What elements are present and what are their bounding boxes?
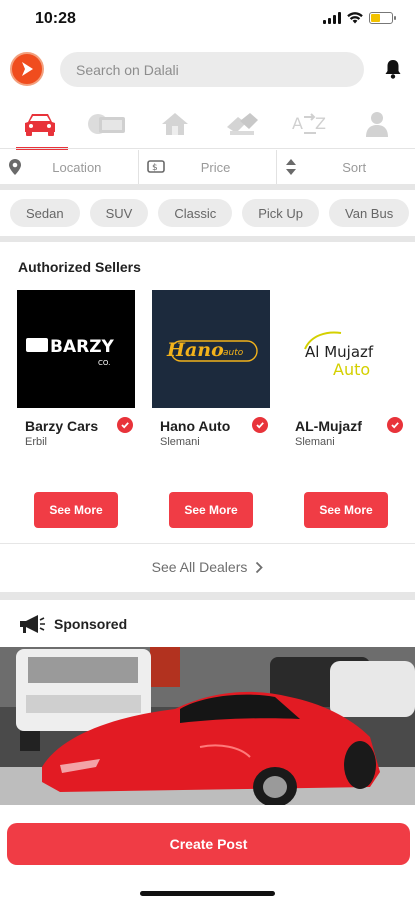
category-tabs: A Z — [0, 104, 415, 150]
megaphone-icon — [20, 615, 45, 633]
sponsored-header: Sponsored — [18, 614, 127, 634]
chip-suv[interactable]: SUV — [89, 199, 149, 227]
seller-city: Slemani — [295, 436, 335, 448]
seller-name: AL-Mujazf — [295, 418, 362, 434]
bell-icon[interactable] — [383, 58, 403, 80]
seller-name: Barzy Cars — [25, 418, 99, 434]
svg-text:Z: Z — [315, 114, 326, 133]
seller-card-mujazf[interactable]: Al Mujazf Auto AL-Mujazf Slemani — [287, 290, 405, 448]
seller-city: Erbil — [25, 436, 48, 448]
battery-icon — [369, 12, 396, 24]
parts-icon — [227, 113, 259, 135]
verified-check-icon — [387, 417, 403, 433]
wifi-icon — [347, 12, 363, 24]
see-more-button-barzy[interactable]: See More — [34, 492, 118, 528]
tab-profile[interactable] — [353, 104, 401, 144]
create-post-button[interactable]: Create Post — [7, 823, 410, 865]
section-separator — [0, 236, 415, 242]
home-indicator — [140, 891, 275, 896]
svg-text:Hano: Hano — [166, 339, 224, 361]
chip-classic[interactable]: Classic — [158, 199, 233, 227]
seller-logo-mujazf: Al Mujazf Auto — [287, 290, 405, 408]
chip-sedan[interactable]: Sedan — [10, 199, 80, 227]
sponsored-title: Sponsored — [54, 616, 128, 632]
body-type-chips: Sedan SUV Classic Pick Up Van Bus — [10, 199, 415, 229]
verified-check-icon — [252, 417, 268, 433]
see-more-button-mujazf[interactable]: See More — [304, 492, 388, 528]
see-all-dealers-label: See All Dealers — [151, 559, 248, 575]
mujazf-logo: Al Mujazf Auto — [304, 331, 374, 379]
barzy-logo: BARZY CO. — [26, 337, 115, 367]
tab-a-to-z[interactable]: A Z — [286, 104, 334, 144]
svg-text:A: A — [292, 114, 303, 133]
see-all-dealers-link[interactable]: See All Dealers — [0, 559, 415, 575]
dalali-logo-icon[interactable] — [10, 52, 44, 86]
sponsored-ad-image[interactable] — [0, 647, 415, 805]
tab-parts[interactable] — [218, 104, 266, 144]
filter-row: Location $ Price Sort — [0, 150, 415, 184]
svg-text:auto: auto — [223, 348, 244, 358]
seller-city: Slemani — [160, 436, 200, 448]
signal-icon — [323, 12, 341, 24]
verified-check-icon — [117, 417, 133, 433]
section-separator — [0, 184, 415, 190]
seller-card-hano[interactable]: Hano auto Hano Auto Slemani — [152, 290, 270, 448]
chip-pick-up[interactable]: Pick Up — [242, 199, 320, 227]
svg-text:Auto: Auto — [333, 360, 370, 379]
tab-plates[interactable] — [83, 104, 131, 144]
house-icon — [161, 113, 188, 135]
sort-filter-label: Sort — [342, 159, 367, 175]
tab-property[interactable] — [151, 104, 199, 144]
chip-van-bus[interactable]: Van Bus — [329, 199, 410, 227]
seller-card-barzy[interactable]: BARZY CO. Barzy Cars Erbil — [17, 290, 135, 448]
status-time: 10:28 — [35, 10, 76, 27]
seller-logo-barzy: BARZY CO. — [17, 290, 135, 408]
seller-logo-hano: Hano auto — [152, 290, 270, 408]
sort-filter[interactable]: Sort — [276, 150, 415, 184]
svg-text:$: $ — [152, 163, 158, 173]
see-more-button-hano[interactable]: See More — [169, 492, 253, 528]
tabs-divider — [0, 148, 415, 149]
a-to-z-icon: A Z — [292, 113, 326, 134]
dealers-divider — [0, 543, 415, 544]
plate-icon — [88, 114, 126, 134]
status-icons — [323, 12, 396, 24]
car-icon — [25, 114, 55, 136]
search-input[interactable] — [60, 52, 364, 87]
svg-text:Al Mujazf: Al Mujazf — [305, 343, 374, 361]
price-tag-icon: $ — [146, 160, 165, 173]
authorized-sellers-title: Authorized Sellers — [18, 259, 141, 275]
hano-logo: Hano auto — [166, 339, 258, 362]
svg-text:CO.: CO. — [98, 359, 110, 367]
svg-text:BARZY: BARZY — [50, 337, 115, 357]
app-header — [0, 52, 415, 90]
sponsored-car-photo — [0, 647, 415, 805]
status-bar: 10:28 — [0, 0, 415, 40]
chevron-right-icon — [256, 561, 264, 573]
person-icon — [365, 112, 388, 137]
section-separator — [0, 592, 415, 600]
seller-name: Hano Auto — [160, 418, 231, 434]
location-pin-icon — [9, 159, 21, 175]
location-filter[interactable]: Location — [0, 150, 138, 184]
sort-arrows-icon — [286, 159, 297, 175]
price-filter[interactable]: $ Price — [137, 150, 277, 184]
tab-cars[interactable] — [16, 104, 68, 150]
